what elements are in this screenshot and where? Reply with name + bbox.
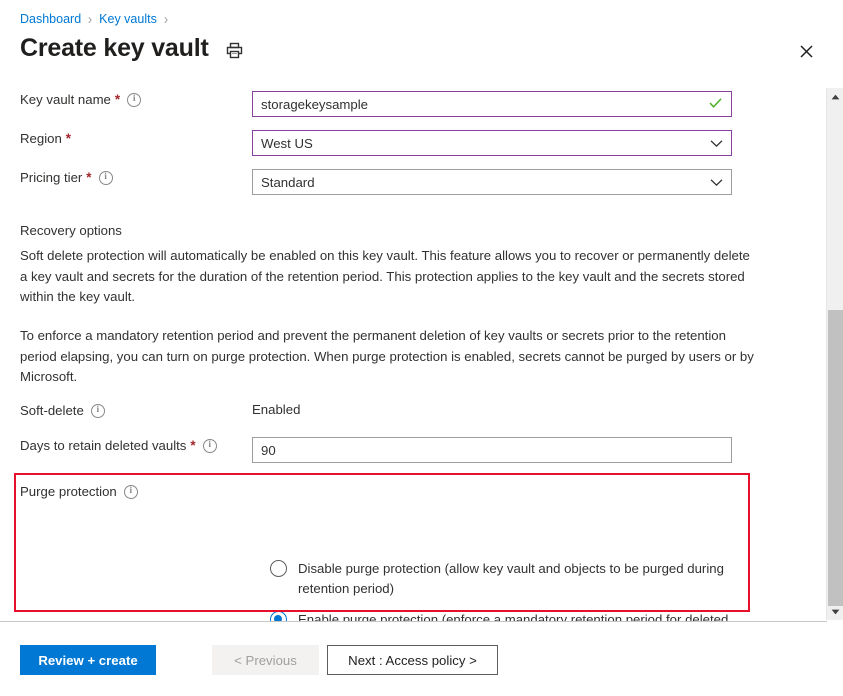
scrollbar-thumb[interactable] [828,310,843,606]
label-pricing-tier: Pricing tier * i [0,169,252,187]
recovery-paragraph-2: To enforce a mandatory retention period … [20,328,754,384]
key-vault-name-input[interactable]: storagekeysample [252,91,732,117]
chevron-down-icon [710,175,723,190]
soft-delete-value: Enabled [252,402,301,417]
required-marker: * [114,92,121,107]
field-row-key-vault-name: Key vault name * i storagekeysample [0,91,843,117]
scroll-down-arrow-icon[interactable] [827,603,843,620]
next-access-policy-button[interactable]: Next : Access policy > [327,645,498,675]
printer-icon[interactable] [223,38,247,62]
recovery-paragraph-1: Soft delete protection will automaticall… [20,248,750,304]
title-row: Create key vault [20,32,247,64]
close-icon[interactable] [795,40,817,62]
field-row-retention-days: Days to retain deleted vaults * i 90 [0,437,843,463]
recovery-options-heading: Recovery options [20,223,122,238]
field-row-soft-delete: Soft-delete i Enabled [0,402,843,420]
required-marker: * [65,131,72,146]
info-icon[interactable]: i [202,439,217,453]
create-key-vault-blade: Dashboard › Key vaults › Create key vaul… [0,0,843,696]
vertical-scrollbar[interactable] [826,88,843,620]
select-value: Standard [261,174,315,190]
label-text: Purge protection [20,484,117,499]
label-text: Soft-delete [20,403,84,418]
chevron-right-icon: › [88,10,93,28]
label-text: Region [20,131,62,146]
label-key-vault-name: Key vault name * i [0,91,252,109]
radio-label: Disable purge protection (allow key vaul… [298,561,724,596]
input-value: 90 [261,442,276,458]
label-purge-protection: Purge protection i [0,483,252,501]
retention-days-input[interactable]: 90 [252,437,732,463]
radio-option-disable-purge-protection[interactable]: Disable purge protection (allow key vaul… [270,559,740,598]
review-create-button[interactable]: Review + create [20,645,156,675]
pricing-tier-select[interactable]: Standard [252,169,732,195]
label-text: Pricing tier [20,170,83,185]
label-text: Days to retain deleted vaults [20,438,187,453]
breadcrumb-item-key-vaults[interactable]: Key vaults [99,11,157,27]
info-icon[interactable]: i [98,171,113,185]
scroll-up-arrow-icon[interactable] [827,88,843,105]
chevron-right-icon: › [163,10,168,28]
breadcrumb: Dashboard › Key vaults › [20,10,168,28]
field-row-purge-protection: Purge protection i [0,483,843,501]
chevron-down-icon [710,136,723,151]
region-select[interactable]: West US [252,130,732,156]
footer-action-bar: Review + create < Previous Next : Access… [0,622,843,696]
field-row-region: Region * West US [0,130,843,156]
required-marker: * [190,438,196,453]
label-soft-delete: Soft-delete i [0,402,252,420]
info-icon[interactable]: i [123,485,138,499]
form-content: Key vault name * i storagekeysample Regi… [0,80,843,671]
info-icon[interactable]: i [127,93,142,107]
radio-indicator-unchecked[interactable] [270,560,287,577]
info-icon[interactable]: i [90,404,105,418]
field-row-pricing-tier: Pricing tier * i Standard [0,169,843,195]
page-title: Create key vault [20,34,209,62]
breadcrumb-item-dashboard[interactable]: Dashboard [20,11,81,27]
label-text: Key vault name [20,92,111,107]
previous-button: < Previous [212,645,319,675]
valid-check-icon [709,97,722,112]
label-retention-days: Days to retain deleted vaults * i [0,437,252,455]
label-region: Region * [0,130,252,148]
required-marker: * [86,170,92,185]
select-value: West US [261,135,313,151]
input-value: storagekeysample [261,96,369,112]
